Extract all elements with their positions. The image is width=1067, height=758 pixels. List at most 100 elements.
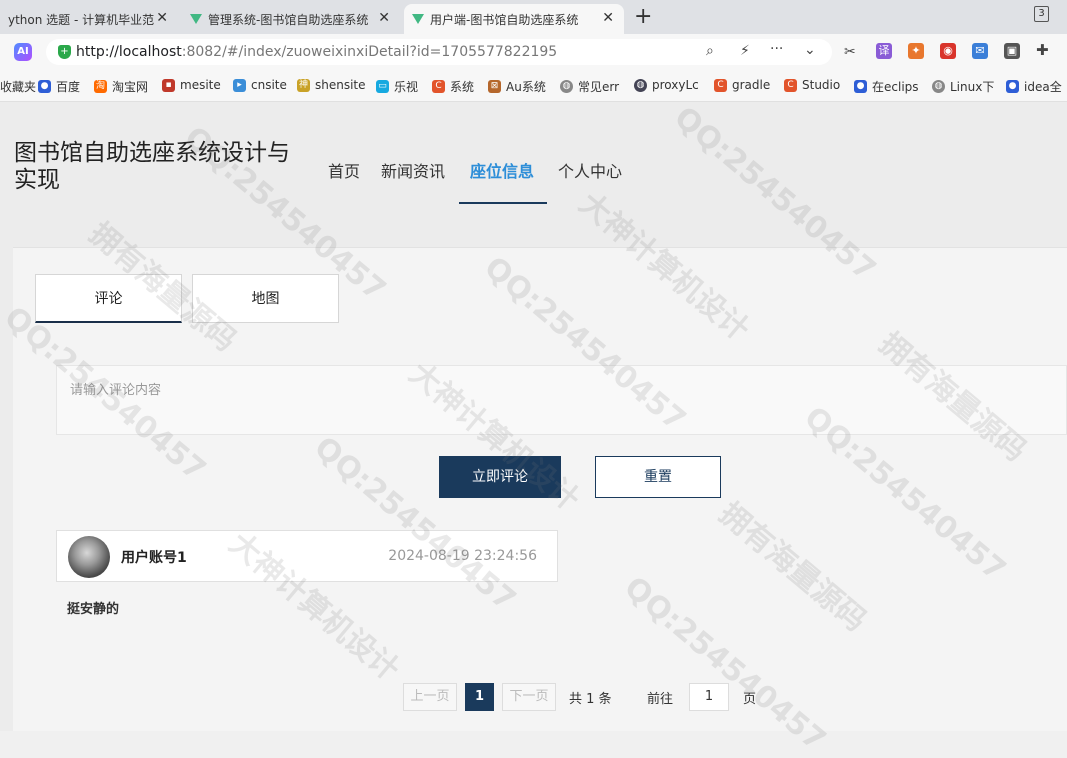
- globe-icon: ◍: [932, 80, 945, 93]
- paw-icon: ●: [854, 80, 867, 93]
- comment-card: 用户账号1 2024-08-19 23:24:56: [56, 530, 558, 582]
- shield-icon: +: [58, 45, 71, 59]
- bookmarks-bar: 收藏夹 ● 百度 淘淘宝网 ▪ mesite ▸ cnsite 神 shensite ▭…: [0, 70, 1067, 102]
- bookmark[interactable]: C Studio: [784, 78, 840, 92]
- bookmark-label: 百度: [56, 80, 81, 94]
- globe-icon: ◍: [634, 78, 647, 92]
- url-path: :8082/#/index/zuoweixinxiDetail?id=17055…: [181, 44, 558, 60]
- bookmark[interactable]: ▸ cnsite: [233, 78, 287, 92]
- ai-assistant-icon[interactable]: AI: [14, 43, 32, 61]
- bookmark[interactable]: 收藏夹: [0, 78, 36, 95]
- url-input[interactable]: + http://localhost:8082/#/index/zuoweixi…: [46, 39, 832, 65]
- detail-panel: 评论 地图 请输入评论内容 立即评论 重置 用户账号1 2024-08-19 2…: [13, 247, 1067, 731]
- bookmark-label: idea全: [1024, 80, 1062, 94]
- browser-tab[interactable]: ython 选题 - 计算机毕业范 ✕: [0, 4, 178, 34]
- bookmark[interactable]: ◍ Linux下: [932, 78, 994, 95]
- bookmark-label: 在eclips: [872, 80, 919, 94]
- mail-icon[interactable]: ✉: [972, 43, 988, 59]
- comment-user: 用户账号1: [121, 550, 187, 566]
- bookmark[interactable]: Cgradle: [714, 78, 770, 92]
- bookmark[interactable]: ◍ proxyLc: [634, 78, 699, 92]
- bookmark-label: Au系统: [506, 80, 546, 94]
- browser-tab-active[interactable]: 用户端-图书馆自助选座系统 ✕: [404, 4, 624, 34]
- pagination: 上一页 1 下一页 共 1 条 前往 1 页: [13, 683, 1067, 713]
- tab-title: 管理系统-图书馆自助选座系统: [208, 12, 368, 27]
- bookmark-label: 乐视: [394, 80, 419, 94]
- nav-news[interactable]: 新闻资讯: [381, 158, 445, 182]
- close-icon[interactable]: ✕: [156, 10, 168, 26]
- close-icon[interactable]: ✕: [602, 10, 614, 26]
- bookmark[interactable]: ● idea全: [1006, 78, 1062, 95]
- submit-comment-button[interactable]: 立即评论: [439, 456, 561, 498]
- prev-page-button[interactable]: 上一页: [403, 683, 457, 711]
- bookmark-icon: C: [714, 78, 727, 92]
- tab-title: ython 选题 - 计算机毕业范: [8, 12, 155, 27]
- vue-logo-icon: [412, 14, 424, 24]
- zoom-icon[interactable]: ⌕: [706, 43, 714, 59]
- bookmark[interactable]: ◍ 常见err: [560, 78, 619, 95]
- bookmark-label: proxyLc: [652, 78, 699, 92]
- browser-tab[interactable]: 管理系统-图书馆自助选座系统 ✕: [182, 4, 400, 34]
- bookmark[interactable]: ⊠ Au系统: [488, 78, 546, 95]
- tab-comments[interactable]: 评论: [35, 274, 182, 323]
- comment-time: 2024-08-19 23:24:56: [388, 548, 537, 564]
- bookmark-icon: ▸: [233, 78, 246, 92]
- close-icon[interactable]: ✕: [378, 10, 390, 26]
- translate-icon[interactable]: 译: [876, 43, 892, 59]
- bookmark[interactable]: ▭ 乐视: [376, 78, 418, 95]
- more-icon[interactable]: ···: [770, 41, 783, 57]
- site-title: 图书馆自助选座系统设计与实现: [14, 140, 290, 193]
- bookmark[interactable]: ▪ mesite: [162, 78, 221, 92]
- bookmark-label: 系统: [450, 80, 475, 94]
- scissors-icon[interactable]: ✂: [844, 44, 856, 60]
- extension-icon[interactable]: ◉: [940, 43, 956, 59]
- bookmark-icon: C: [432, 80, 445, 93]
- nav-active-indicator: [459, 202, 547, 204]
- lightning-icon[interactable]: ⚡: [740, 43, 750, 59]
- nav-personal-center[interactable]: 个人中心: [558, 158, 622, 182]
- chevron-down-icon[interactable]: ⌄: [804, 42, 816, 58]
- reset-button[interactable]: 重置: [595, 456, 721, 498]
- next-page-button[interactable]: 下一页: [502, 683, 556, 711]
- bookmark-icon: ▪: [162, 78, 175, 92]
- puzzle-icon[interactable]: ✚: [1036, 41, 1049, 59]
- screen-icon[interactable]: ▣: [1004, 43, 1020, 59]
- bookmark[interactable]: ● 在eclips: [854, 78, 919, 95]
- bookmark-label: gradle: [732, 78, 771, 92]
- bookmark-label: shensite: [315, 78, 366, 92]
- bookmark-label: 淘宝网: [112, 80, 149, 94]
- goto-page-input[interactable]: 1: [689, 683, 729, 711]
- bookmark-label: cnsite: [251, 78, 287, 92]
- vue-logo-icon: [190, 14, 202, 24]
- comment-input[interactable]: 请输入评论内容: [56, 365, 1067, 435]
- bookmark-icon: C: [784, 78, 797, 92]
- browser-tab-bar: ython 选题 - 计算机毕业范 ✕ 管理系统-图书馆自助选座系统 ✕ 用户端…: [0, 0, 1067, 34]
- bookmark-icon: ⊠: [488, 80, 501, 93]
- tab-map[interactable]: 地图: [192, 274, 339, 323]
- bookmark-label: mesite: [180, 78, 221, 92]
- goto-label: 前往: [647, 692, 674, 707]
- bookmark[interactable]: ● 百度: [38, 78, 80, 95]
- tab-count-badge[interactable]: 3: [1034, 6, 1049, 22]
- current-page-number[interactable]: 1: [465, 683, 494, 711]
- paw-icon: ●: [1006, 80, 1019, 93]
- nav-home[interactable]: 首页: [328, 158, 360, 182]
- bookmark-label: Studio: [802, 78, 841, 92]
- comment-text: 挺安静的: [67, 602, 120, 617]
- bookmark-label: Linux下: [950, 80, 995, 94]
- url-host: http://localhost: [76, 44, 182, 60]
- nav-seat-info[interactable]: 座位信息: [470, 158, 534, 182]
- bookmark[interactable]: C 系统: [432, 78, 474, 95]
- new-tab-button[interactable]: +: [634, 4, 652, 29]
- paw-icon: ●: [38, 80, 51, 93]
- url-text: http://localhost:8082/#/index/zuoweixinx…: [76, 44, 557, 60]
- bookmark-label: 收藏夹: [0, 80, 37, 94]
- taobao-icon: 淘: [94, 80, 107, 93]
- tv-icon: ▭: [376, 80, 389, 93]
- avatar: [68, 536, 110, 578]
- extension-icon[interactable]: ✦: [908, 43, 924, 59]
- bookmark[interactable]: 淘淘宝网: [94, 78, 148, 95]
- address-bar-row: AI + http://localhost:8082/#/index/zuowe…: [0, 34, 1067, 70]
- bookmark[interactable]: 神 shensite: [297, 78, 366, 92]
- page-suffix: 页: [743, 692, 757, 707]
